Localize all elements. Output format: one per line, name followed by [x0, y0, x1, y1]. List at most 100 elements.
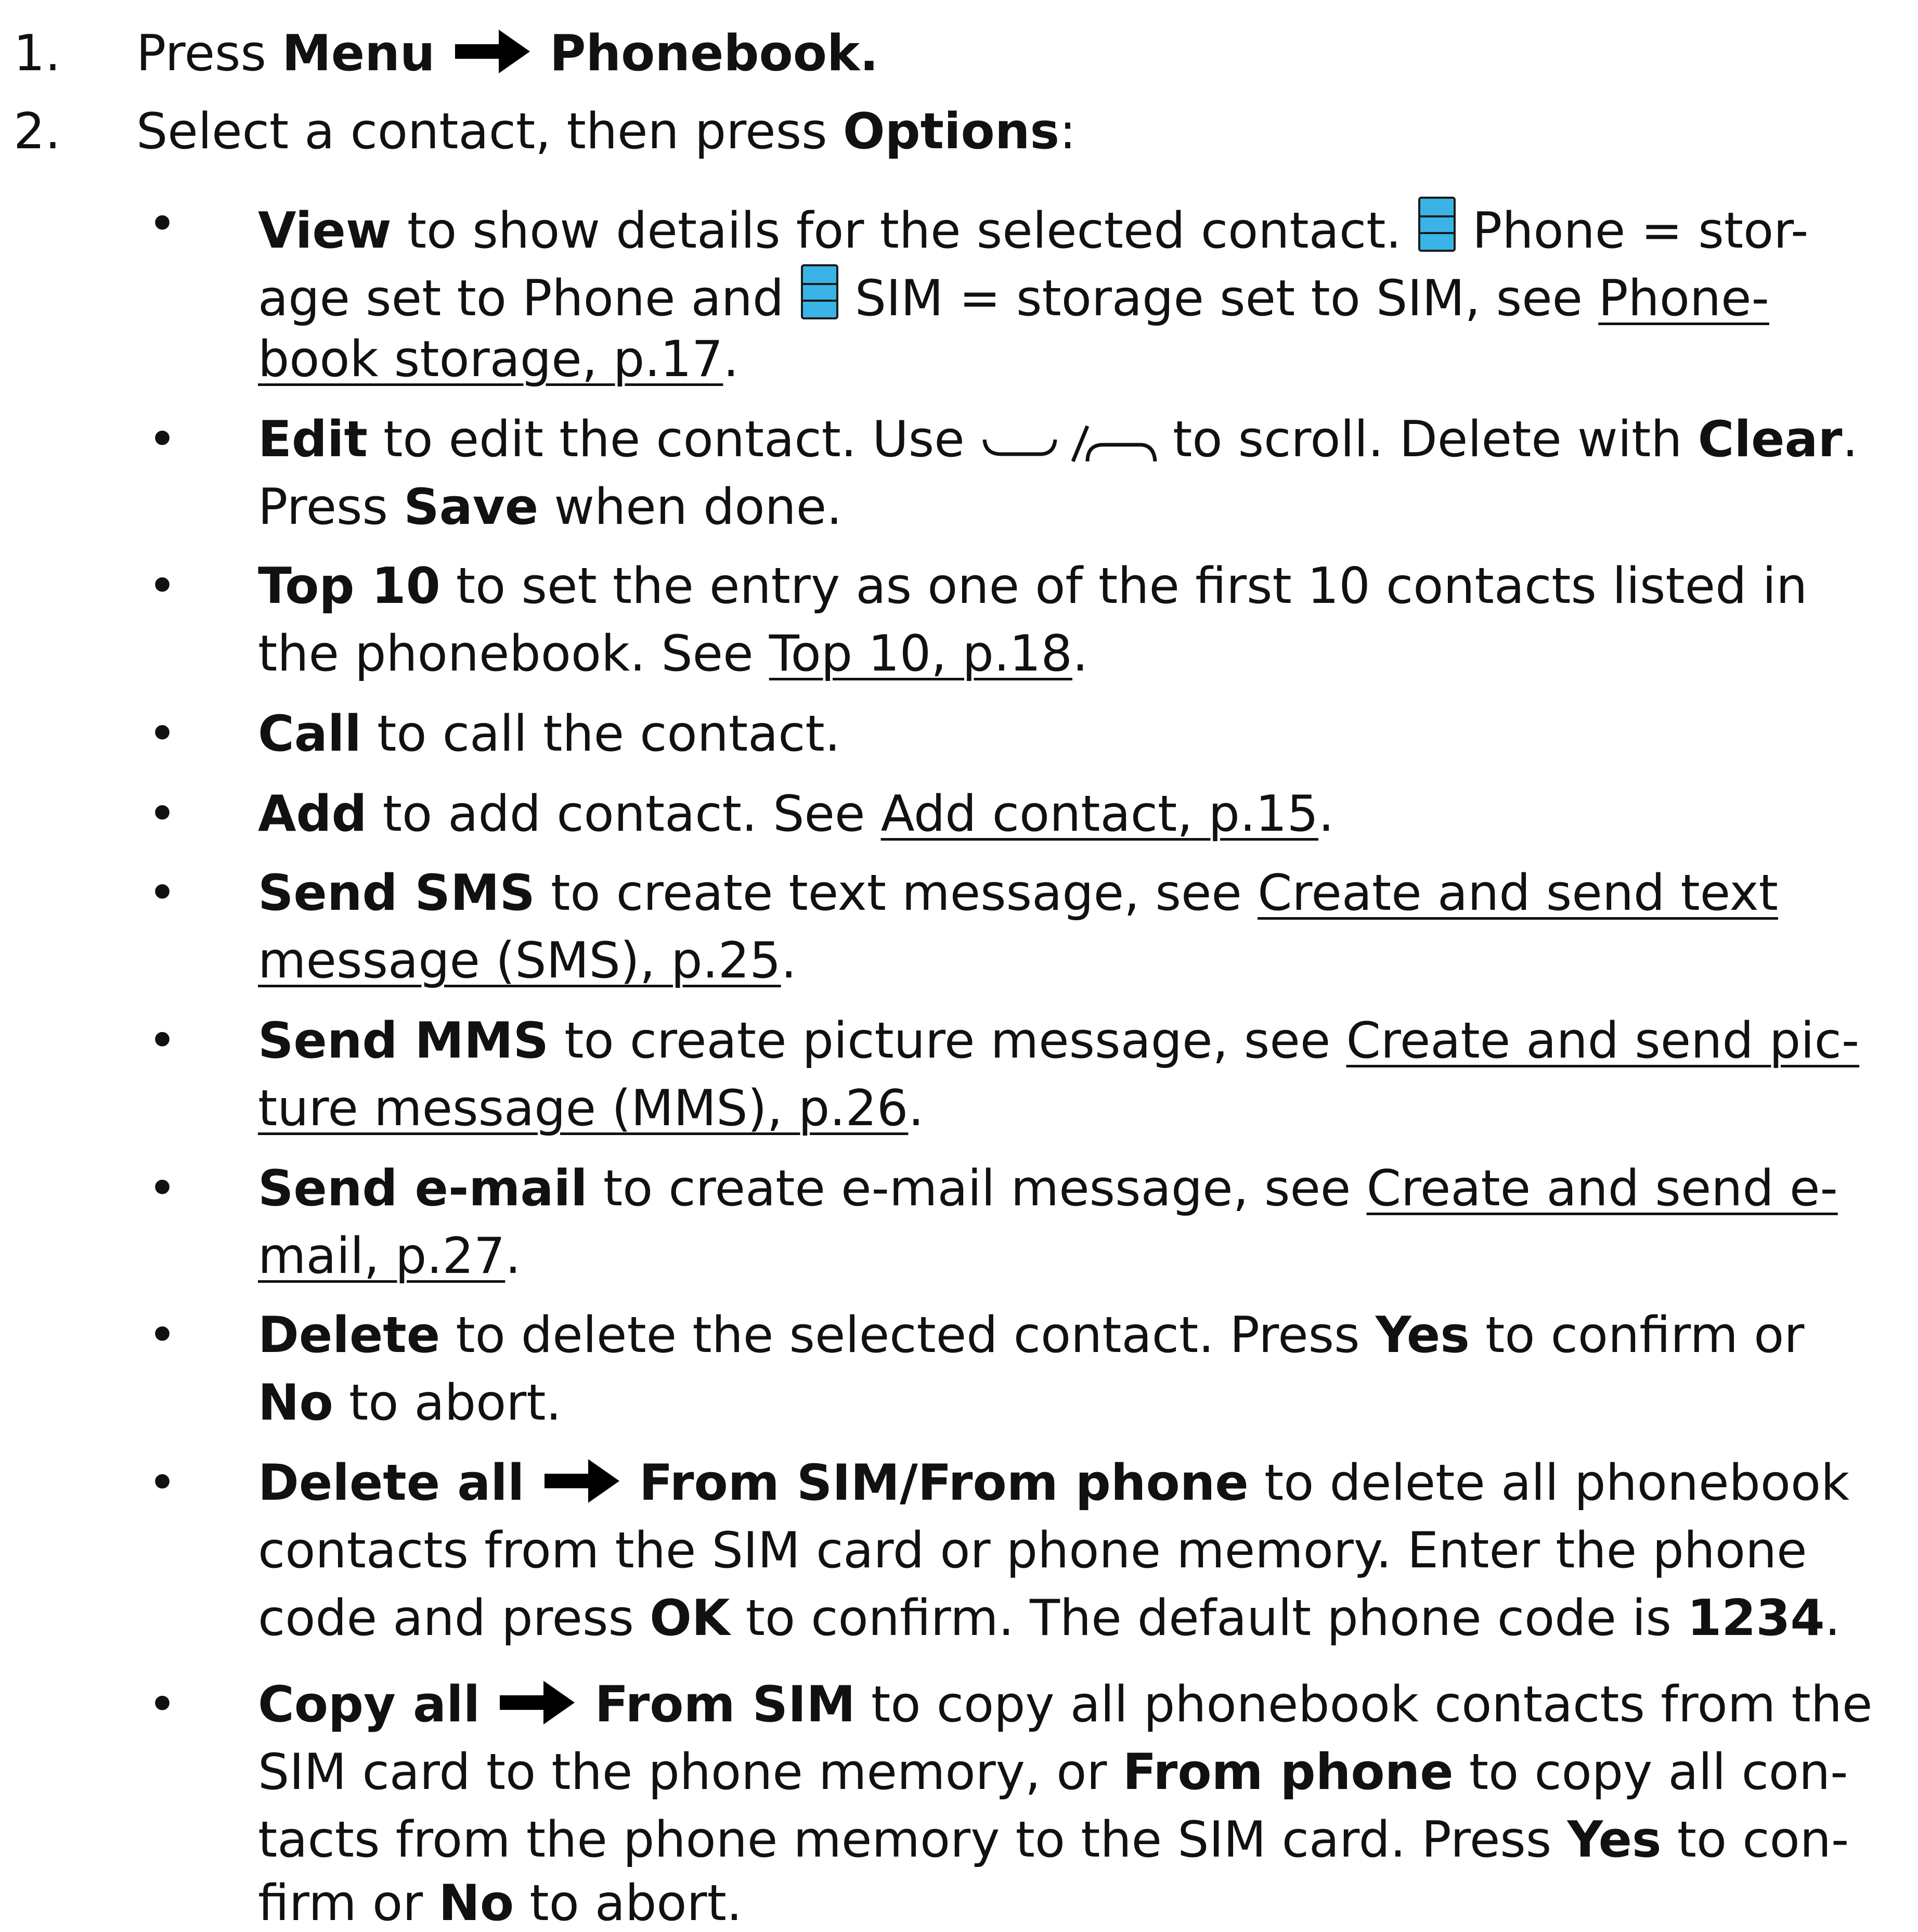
copy-all-term: Copy all: [258, 1676, 481, 1733]
copy-all-line-2: SIM card to the phone memory, or From ph…: [258, 1744, 1848, 1801]
top10-text: to set the entry as one of the first 10 …: [440, 558, 1808, 615]
copy-all-text: to con-: [1661, 1811, 1849, 1869]
delete-line-2: No to abort.: [258, 1374, 562, 1432]
menu-label: Menu: [282, 25, 435, 82]
step-number: 1.: [14, 25, 61, 82]
options-label: Options: [843, 103, 1059, 160]
top10-term: Top 10: [258, 558, 440, 615]
add-line: Add to add contact. See Add contact, p.1…: [258, 785, 1334, 843]
right-arrow-icon: [455, 30, 530, 73]
send-sms-term: Send SMS: [258, 865, 535, 922]
scroll-down-up-keys-icon: [982, 425, 1157, 462]
punctuation: .: [1318, 785, 1334, 843]
delete-line-1: Delete to delete the selected contact. P…: [258, 1307, 1804, 1364]
delete-all-line-2: contacts from the SIM card or phone memo…: [258, 1522, 1807, 1579]
step-text: Select a contact, then press: [136, 103, 843, 160]
edit-line-1: Edit to edit the contact. Use to scroll.…: [258, 411, 1858, 469]
send-email-term: Send e-mail: [258, 1160, 588, 1217]
sms-link[interactable]: message (SMS), p.25: [258, 932, 781, 989]
punctuation: :: [1059, 103, 1077, 160]
call-text: to call the contact.: [361, 705, 840, 763]
add-contact-link[interactable]: Add contact, p.15: [881, 785, 1318, 843]
yes-label: Yes: [1375, 1307, 1470, 1364]
email-line-2: mail, p.27.: [258, 1228, 521, 1285]
edit-text: when done.: [538, 479, 843, 536]
punctuation: .: [908, 1080, 924, 1137]
edit-text: Press: [258, 479, 404, 536]
bullet: •: [148, 1307, 177, 1364]
view-text: SIM = storage set to SIM, see: [839, 270, 1599, 327]
bullet: •: [148, 558, 177, 615]
manual-page: 1. Press Menu Phonebook. 2. Select a con…: [0, 0, 1918, 1932]
no-label: No: [258, 1374, 333, 1432]
copy-all-text: firm or: [258, 1875, 439, 1932]
mms-link[interactable]: ture message (MMS), p.26: [258, 1080, 908, 1137]
delete-all-term: Delete all: [258, 1454, 525, 1512]
punctuation: .: [781, 932, 797, 989]
top10-line-2: the phonebook. See Top 10, p.18.: [258, 625, 1088, 682]
call-line: Call to call the contact.: [258, 705, 840, 763]
bullet: •: [148, 1676, 177, 1733]
edit-text: to scroll. Delete with: [1157, 411, 1698, 468]
mms-link[interactable]: Create and send pic-: [1346, 1012, 1860, 1070]
top10-link[interactable]: Top 10, p.18: [769, 625, 1072, 682]
bullet: •: [148, 705, 177, 763]
sms-line-2: message (SMS), p.25.: [258, 932, 797, 989]
delete-all-line-3: code and press OK to confirm. The defaul…: [258, 1590, 1841, 1647]
sms-link[interactable]: Create and send text: [1258, 865, 1778, 922]
copy-all-line-3: tacts from the phone memory to the SIM c…: [258, 1811, 1849, 1869]
view-line-3: book storage, p.17.: [258, 331, 739, 388]
bullet: •: [148, 785, 177, 843]
email-link[interactable]: Create and send e-: [1367, 1160, 1838, 1217]
bullet: •: [148, 1012, 177, 1070]
delete-all-text: to confirm. The default phone code is: [730, 1590, 1688, 1647]
copy-all-text: tacts from the phone memory to the SIM c…: [258, 1811, 1567, 1869]
default-code: 1234: [1687, 1590, 1825, 1647]
step-text: Press: [136, 25, 282, 82]
view-text: age set to Phone and: [258, 270, 800, 327]
from-phone-label: From phone: [1122, 1744, 1454, 1801]
punctuation: .: [1824, 1590, 1841, 1647]
delete-term: Delete: [258, 1307, 440, 1364]
top10-line-1: Top 10 to set the entry as one of the fi…: [258, 558, 1807, 615]
copy-all-text: to copy all phonebook contacts from the: [855, 1676, 1873, 1733]
copy-all-line-1: Copy all From SIM to copy all phonebook …: [258, 1676, 1872, 1733]
mms-line-1: Send MMS to create picture message, see …: [258, 1012, 1859, 1070]
call-term: Call: [258, 705, 361, 763]
punctuation: .: [723, 331, 739, 388]
email-line-1: Send e-mail to create e-mail message, se…: [258, 1160, 1838, 1217]
copy-all-text: to abort.: [514, 1875, 743, 1932]
phonebook-storage-link[interactable]: Phone-: [1598, 270, 1769, 327]
yes-label: Yes: [1567, 1811, 1662, 1869]
phonebook-storage-link[interactable]: book storage, p.17: [258, 331, 723, 388]
copy-all-line-4: firm or No to abort.: [258, 1875, 742, 1932]
step-1: Press Menu Phonebook.: [136, 25, 878, 82]
bullet: •: [148, 196, 177, 253]
view-text: Phone = stor-: [1456, 202, 1809, 260]
delete-text: to confirm or: [1469, 1307, 1805, 1364]
step-2: Select a contact, then press Options:: [136, 103, 1076, 160]
copy-all-text: to copy all con-: [1453, 1744, 1848, 1801]
delete-all-path: From SIM/From phone: [639, 1454, 1249, 1512]
no-label: No: [438, 1875, 514, 1932]
edit-line-2: Press Save when done.: [258, 479, 842, 536]
step-number: 2.: [14, 103, 61, 160]
view-line-1: View to show details for the selected co…: [258, 196, 1808, 260]
copy-all-text: SIM card to the phone memory, or: [258, 1744, 1123, 1801]
phonebook-label: Phonebook.: [549, 25, 879, 82]
bullet: •: [148, 411, 177, 468]
right-arrow-icon: [500, 1681, 575, 1724]
delete-text: to delete the selected contact. Press: [440, 1307, 1376, 1364]
ok-label: OK: [650, 1590, 730, 1647]
phone-storage-icon: [1418, 197, 1456, 252]
delete-all-text: to delete all phonebook: [1248, 1454, 1850, 1512]
delete-all-text: code and press: [258, 1590, 650, 1647]
email-link[interactable]: mail, p.27: [258, 1228, 505, 1285]
edit-term: Edit: [258, 411, 368, 468]
add-term: Add: [258, 785, 367, 843]
bullet: •: [148, 1160, 177, 1217]
mms-text: to create picture message, see: [549, 1012, 1346, 1070]
mms-line-2: ture message (MMS), p.26.: [258, 1080, 924, 1137]
delete-text: to abort.: [333, 1374, 562, 1432]
view-term: View: [258, 202, 392, 260]
